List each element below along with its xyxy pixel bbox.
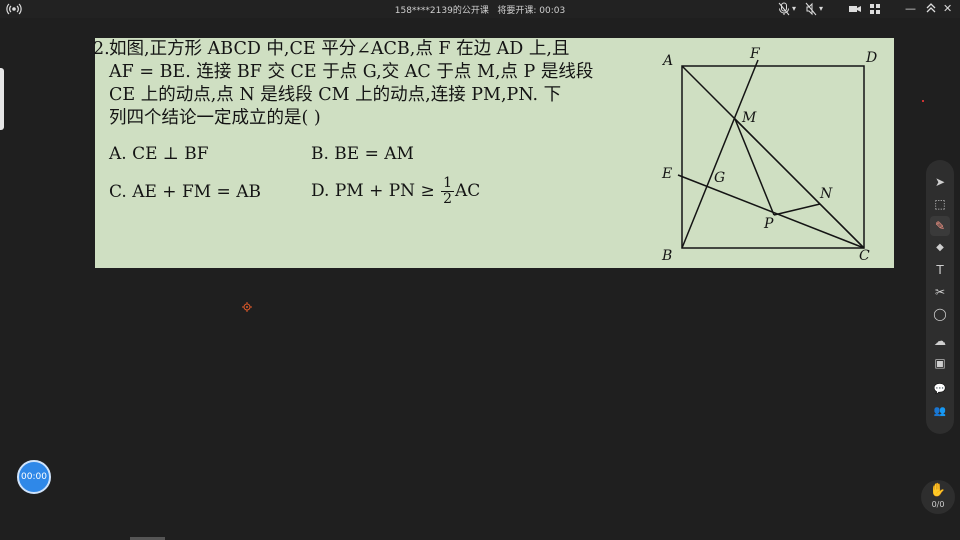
question-number: 2.: [93, 39, 110, 59]
shape-icon[interactable]: ◯: [930, 304, 950, 324]
geometry-figure: A F D M E G N P B C: [661, 46, 877, 264]
laser-pointer-icon: [242, 302, 252, 312]
raise-hand-count: 0/0: [931, 500, 945, 509]
chat-icon[interactable]: 💬: [930, 380, 950, 400]
class-timer[interactable]: 00:00: [17, 460, 51, 494]
label-f: F: [749, 46, 761, 62]
label-a: A: [661, 53, 673, 69]
fraction-numerator: 1: [441, 175, 455, 192]
label-n: N: [819, 186, 833, 202]
raise-hand-button[interactable]: ✋ 0/0: [921, 480, 955, 514]
microphone-muted-icon[interactable]: [778, 2, 790, 16]
question-line: AF = BE. 连接 BF 交 CE 于点 G,交 AC 于点 M,点 P 是…: [109, 62, 594, 82]
mic-dropdown-icon[interactable]: ▾: [792, 2, 796, 16]
scissors-icon[interactable]: ✂: [930, 282, 950, 302]
question-card: 2. 如图,正方形 ABCD 中,CE 平分∠ACB,点 F 在边 AD 上,且…: [93, 38, 894, 268]
label-m: M: [741, 110, 757, 126]
eraser-icon[interactable]: ◆: [930, 238, 950, 258]
grid-icon[interactable]: [869, 2, 881, 16]
option-b: B. BE = AM: [311, 144, 414, 164]
label-b: B: [661, 248, 672, 264]
side-panel-handle[interactable]: [0, 68, 4, 130]
option-d-suffix: AC: [455, 181, 481, 201]
label-e: E: [661, 166, 672, 182]
pen-icon[interactable]: ✎: [930, 216, 950, 236]
cursor-icon[interactable]: ➤: [930, 172, 950, 192]
option-d: D. PM + PN ≥ 1 2 AC: [311, 176, 480, 207]
speaker-dropdown-icon[interactable]: ▾: [819, 2, 823, 16]
option-c: C. AE + FM = AB: [109, 182, 261, 202]
segment-pm: [734, 118, 775, 216]
select-icon[interactable]: ⬚: [930, 194, 950, 214]
question-line: CE 上的动点,点 N 是线段 CM 上的动点,连接 PM,PN. 下: [109, 85, 562, 105]
segment-pn: [773, 203, 821, 216]
minimize-icon[interactable]: —: [905, 2, 916, 16]
text-icon[interactable]: T: [930, 260, 950, 280]
label-c: C: [859, 248, 870, 264]
option-a: A. CE ⊥ BF: [109, 144, 209, 164]
question-line: 列四个结论一定成立的是( ): [109, 108, 321, 128]
label-g: G: [714, 170, 725, 186]
users-icon[interactable]: 👥: [930, 402, 950, 422]
raise-hand-icon: ✋: [929, 483, 947, 498]
label-d: D: [865, 50, 877, 66]
question-text: 2. 如图,正方形 ABCD 中,CE 平分∠ACB,点 F 在边 AD 上,且…: [93, 38, 639, 130]
fraction-denominator: 2: [443, 191, 453, 207]
segment-cm: [734, 118, 865, 249]
segment-bf: [681, 59, 759, 249]
close-icon[interactable]: ✕: [943, 2, 952, 16]
drawing-toolbar: ➤ ⬚ ✎ ◆ T ✂ ◯ ☁ ▣ 💬 👥: [926, 160, 954, 434]
question-line: 如图,正方形 ABCD 中,CE 平分∠ACB,点 F 在边 AD 上,且: [109, 39, 570, 59]
segment-ce: [677, 174, 865, 249]
fullscreen-icon[interactable]: [925, 2, 937, 16]
label-p: P: [763, 216, 774, 232]
option-d-prefix: D. PM + PN ≥: [311, 181, 441, 201]
cloud-icon[interactable]: ☁: [930, 331, 950, 351]
speaker-muted-icon[interactable]: [805, 2, 817, 16]
toolbox-icon[interactable]: ▣: [930, 353, 950, 373]
camera-icon[interactable]: [848, 2, 862, 16]
top-bar: 158****2139的公开课 将要开课: 00:03 ▾ ▾ — ✕: [0, 0, 960, 18]
fraction-one-half: 12: [441, 175, 455, 207]
stray-mark: [922, 100, 924, 102]
